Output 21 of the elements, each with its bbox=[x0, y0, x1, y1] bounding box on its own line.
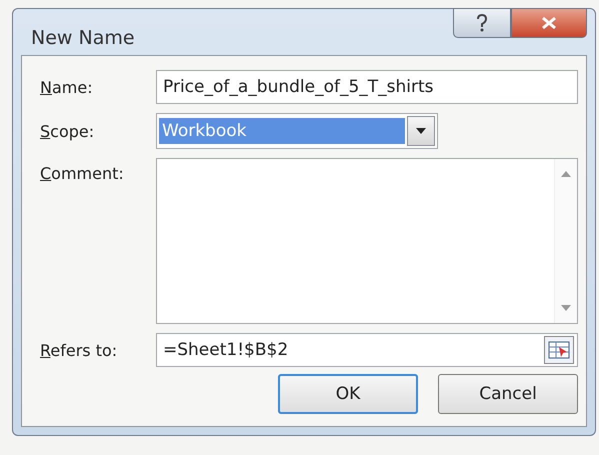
dialog-button[interactable]: Cancel bbox=[438, 374, 578, 414]
window-title: New Name bbox=[31, 27, 136, 49]
field-label: Name: bbox=[40, 78, 94, 96]
field-label: Scope: bbox=[40, 122, 96, 140]
dropdown-button[interactable] bbox=[407, 116, 435, 146]
close-button[interactable] bbox=[511, 8, 587, 38]
help-icon bbox=[476, 14, 488, 32]
dialog-button[interactable]: OK bbox=[278, 374, 418, 414]
field-label: Refers to: bbox=[40, 340, 118, 360]
range-select-icon bbox=[548, 341, 570, 359]
scroll-up-icon bbox=[561, 171, 571, 177]
caret-icon bbox=[416, 128, 426, 134]
help-button[interactable] bbox=[453, 8, 511, 38]
refers-to-field[interactable]: =Sheet1!$B$2 bbox=[156, 333, 578, 367]
name-field[interactable]: Price_of_a_bundle_of_5_T_shirts bbox=[156, 70, 578, 104]
scroll-down-icon bbox=[561, 305, 571, 311]
comment-field[interactable] bbox=[156, 158, 578, 324]
scrollbar[interactable] bbox=[554, 159, 577, 323]
collapse-dialog-button[interactable] bbox=[544, 336, 574, 364]
close-icon bbox=[541, 16, 557, 30]
field-label: Comment: bbox=[40, 164, 125, 183]
